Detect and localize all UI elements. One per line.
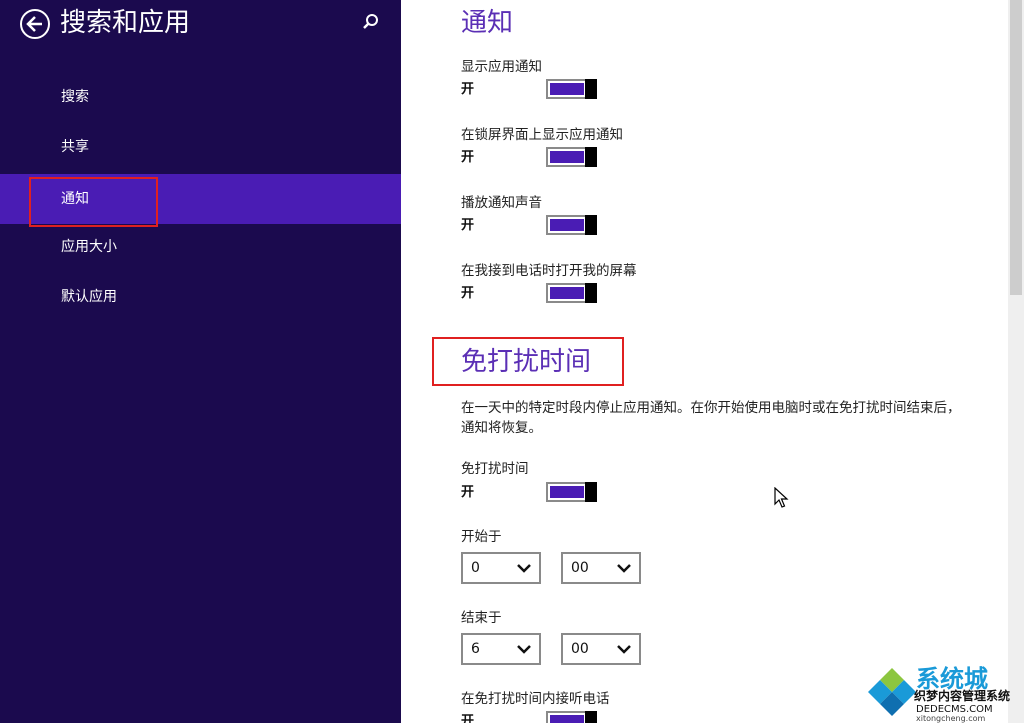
watermark-subtitle: 织梦内容管理系统 <box>914 689 1011 703</box>
sidebar-item-label: 应用大小 <box>61 239 117 255</box>
sidebar-item-app-sizes[interactable]: 应用大小 <box>0 222 401 272</box>
wake-screen-on-call-toggle[interactable] <box>546 283 597 303</box>
setting-label: 免打扰时间 <box>461 461 529 477</box>
toggle-state: 开 <box>461 714 475 723</box>
setting-label: 显示应用通知 <box>461 59 542 75</box>
sidebar-item-label: 默认应用 <box>61 289 117 305</box>
sidebar-item-share[interactable]: 共享 <box>0 122 401 172</box>
setting-label: 播放通知声音 <box>461 195 542 211</box>
setting-label: 在免打扰时间内接听电话 <box>461 691 610 707</box>
start-label: 开始于 <box>461 529 502 545</box>
watermark-url-2: xitongcheng.com <box>916 714 986 723</box>
sidebar: 搜索和应用 搜索 共享 通知 应用大小 默认应用 <box>0 0 401 723</box>
chevron-down-icon <box>517 645 531 654</box>
toggle-state: 开 <box>461 82 475 97</box>
notification-sound-toggle[interactable] <box>546 215 597 235</box>
end-minute-select[interactable]: 00 <box>561 633 641 665</box>
highlight-box <box>432 337 624 386</box>
toggle-state: 开 <box>461 218 475 233</box>
end-label: 结束于 <box>461 610 502 626</box>
back-arrow-icon[interactable] <box>20 9 50 39</box>
toggle-state: 开 <box>461 150 475 165</box>
chevron-down-icon <box>517 564 531 573</box>
toggle-state: 开 <box>461 485 475 500</box>
setting-label: 在我接到电话时打开我的屏幕 <box>461 263 637 279</box>
toggle-state: 开 <box>461 286 475 301</box>
watermark: 系统城 织梦内容管理系统 DEDECMS.COM xitongcheng.com <box>866 664 1024 723</box>
start-minute-select[interactable]: 00 <box>561 552 641 584</box>
scrollbar-thumb[interactable] <box>1010 0 1022 295</box>
select-value: 0 <box>471 560 480 576</box>
calls-during-quiet-hours-toggle[interactable] <box>546 711 597 723</box>
start-hour-select[interactable]: 0 <box>461 552 541 584</box>
end-hour-select[interactable]: 6 <box>461 633 541 665</box>
sidebar-item-label: 搜索 <box>61 89 89 105</box>
sidebar-item-defaults[interactable]: 默认应用 <box>0 272 401 322</box>
search-icon[interactable] <box>361 12 381 32</box>
setting-label: 在锁屏界面上显示应用通知 <box>461 127 623 143</box>
main-panel: 通知 显示应用通知 开 在锁屏界面上显示应用通知 开 播放通知声音 开 在我接到… <box>401 0 1008 723</box>
notifications-heading: 通知 <box>461 8 514 38</box>
mouse-cursor-icon <box>774 487 789 508</box>
show-notifications-toggle[interactable] <box>546 79 597 99</box>
select-value: 6 <box>471 641 480 657</box>
select-value: 00 <box>571 560 589 576</box>
lockscreen-notifications-toggle[interactable] <box>546 147 597 167</box>
quiet-hours-toggle[interactable] <box>546 482 597 502</box>
sidebar-item-label: 共享 <box>61 139 89 155</box>
select-value: 00 <box>571 641 589 657</box>
chevron-down-icon <box>617 564 631 573</box>
chevron-down-icon <box>617 645 631 654</box>
watermark-logo-icon <box>868 668 916 716</box>
quiet-hours-description: 在一天中的特定时段内停止应用通知。在你开始使用电脑时或在免打扰时间结束后，通知将… <box>461 400 961 436</box>
page-title: 搜索和应用 <box>60 8 191 38</box>
highlight-box <box>29 177 158 227</box>
sidebar-item-search[interactable]: 搜索 <box>0 72 401 122</box>
